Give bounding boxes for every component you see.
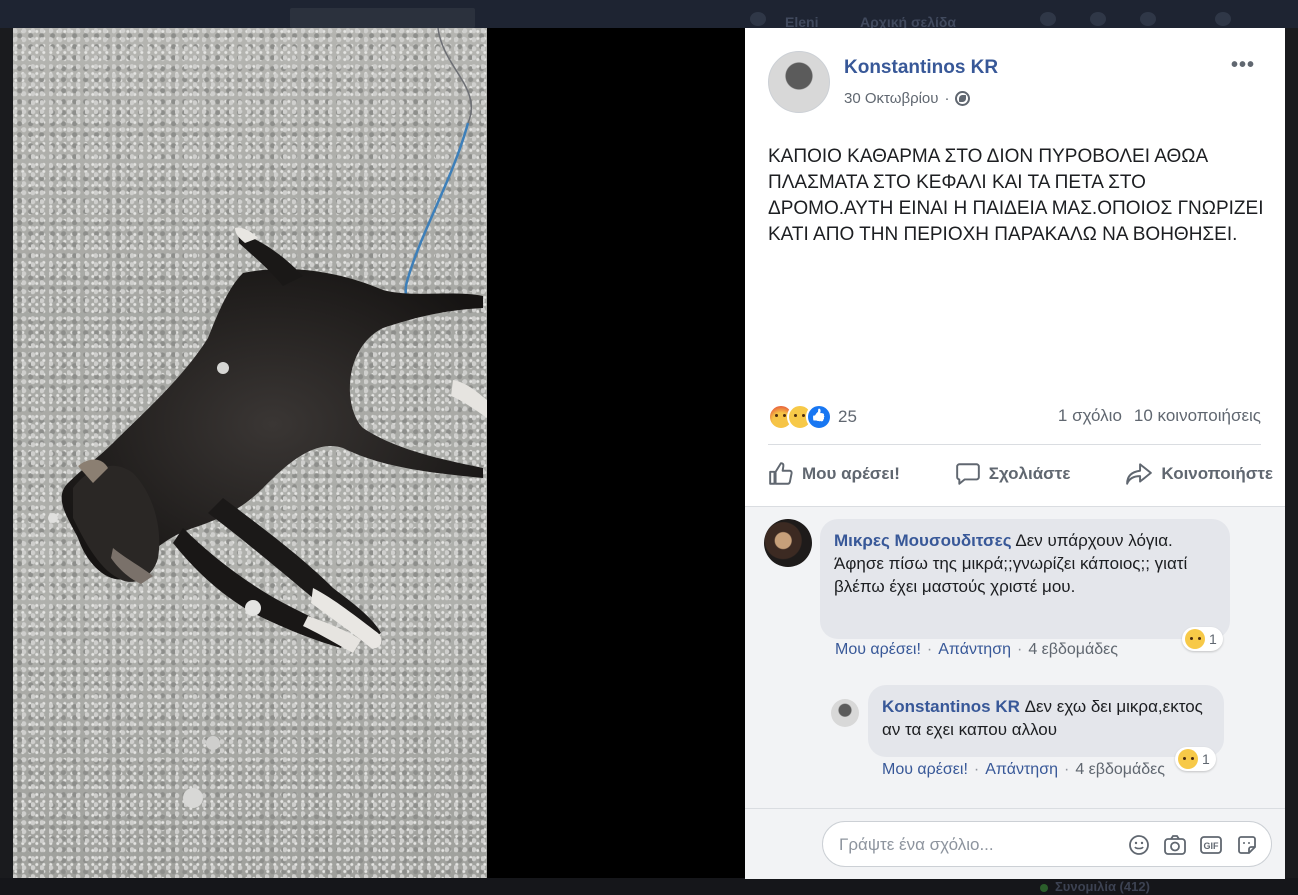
- comment-input-box[interactable]: GIF: [822, 821, 1272, 867]
- comment-reaction-count: 1: [1209, 631, 1217, 647]
- meta-separator: ·: [944, 90, 950, 107]
- comment-text-continued: Άφησε πίσω της μικρά;;γνωρίζει κάποιος;;…: [834, 554, 1188, 596]
- author-avatar[interactable]: [768, 51, 830, 113]
- comment-input[interactable]: [837, 832, 1121, 858]
- background-chat-bar: Συνομιλία (412): [0, 878, 1298, 895]
- thumbs-up-icon: [769, 462, 793, 485]
- background-notifications-icon: [1140, 12, 1156, 26]
- comment-meta: Μου αρέσει! · Απάντηση · 4 εβδομάδες: [835, 641, 1118, 659]
- camera-icon[interactable]: [1163, 833, 1187, 857]
- like-label: Μου αρέσει!: [802, 464, 900, 483]
- reply-reaction-badge[interactable]: 1: [1175, 747, 1216, 771]
- reactions-summary[interactable]: 25: [768, 404, 857, 430]
- post-author-name[interactable]: Konstantinos KR: [844, 57, 998, 79]
- meta-separator: ·: [926, 641, 933, 658]
- post-stats: 1 σχόλιο 10 κοινοποιήσεις: [1058, 406, 1261, 426]
- background-search-box: [290, 8, 475, 28]
- post-panel: Konstantinos KR 30 Οκτωβρίου · ••• ΚΑΠΟΙ…: [745, 28, 1285, 879]
- post-text: ΚΑΠΟΙΟ ΚΑΘΑΡΜΑ ΣΤΟ ΔΙΟΝ ΠΥΡΟΒΟΛΕΙ ΑΘΩΑ Π…: [768, 146, 1264, 245]
- comment-bubble: Μικρες Μουσουδιτσες Δεν υπάρχουν λόγια. …: [820, 519, 1230, 639]
- reply-like-link[interactable]: Μου αρέσει!: [882, 761, 968, 779]
- comment-bubble-icon: [955, 463, 980, 485]
- meta-separator: ·: [1016, 641, 1023, 658]
- sad-reaction-icon: [1185, 629, 1205, 649]
- reply-bubble: Konstantinos KR Δεν εχω δει μικρα,εκτος …: [868, 685, 1224, 757]
- sad-reaction-icon: [1178, 749, 1198, 769]
- comments-count-link[interactable]: 1 σχόλιο: [1058, 406, 1122, 426]
- reply-author[interactable]: Konstantinos KR: [882, 697, 1020, 716]
- photo-illustration: [48, 28, 487, 808]
- gif-label: GIF: [1203, 840, 1219, 851]
- comment-composer: GIF: [745, 808, 1285, 879]
- comment-button[interactable]: Σχολιάστε: [955, 456, 1071, 492]
- reply-reply-link[interactable]: Απάντηση: [985, 761, 1058, 779]
- more-options-icon[interactable]: •••: [1231, 54, 1255, 77]
- comment-reply-link[interactable]: Απάντηση: [938, 641, 1011, 659]
- post-date[interactable]: 30 Οκτωβρίου: [844, 90, 938, 107]
- background-topbar: Eleni Αρχική σελίδα: [0, 0, 1298, 30]
- sticker-icon[interactable]: [1235, 833, 1259, 857]
- globe-icon[interactable]: [955, 91, 971, 106]
- shares-count-link[interactable]: 10 κοινοποιήσεις: [1134, 406, 1261, 426]
- comment-like-link[interactable]: Μου αρέσει!: [835, 641, 921, 659]
- reply-reaction-count: 1: [1202, 751, 1210, 767]
- gif-icon[interactable]: GIF: [1199, 833, 1223, 857]
- reply-time[interactable]: 4 εβδομάδες: [1075, 761, 1165, 779]
- background-messages-icon: [1090, 12, 1106, 26]
- comment-time[interactable]: 4 εβδομάδες: [1028, 641, 1118, 659]
- composer-icons: GIF: [1127, 833, 1259, 857]
- comment-label: Σχολιάστε: [988, 464, 1071, 483]
- share-button[interactable]: Κοινοποιήστε: [1125, 456, 1273, 492]
- meta-separator: ·: [973, 761, 980, 778]
- emoji-icon[interactable]: [1127, 833, 1151, 857]
- background-friends-icon: [1040, 12, 1056, 26]
- divider: [768, 444, 1261, 445]
- like-button[interactable]: Μου αρέσει!: [768, 456, 900, 492]
- background-help-icon: [1215, 12, 1231, 26]
- meta-separator: ·: [1063, 761, 1070, 778]
- reply-author-avatar[interactable]: [831, 699, 859, 727]
- reply-meta: Μου αρέσει! · Απάντηση · 4 εβδομάδες: [882, 761, 1165, 779]
- online-status-icon: [1040, 884, 1048, 892]
- share-label: Κοινοποιήστε: [1161, 464, 1273, 483]
- photo-viewer: [13, 28, 745, 878]
- post-meta: 30 Οκτωβρίου ·: [844, 90, 971, 107]
- post-photo[interactable]: [13, 28, 487, 878]
- share-arrow-icon: [1126, 463, 1153, 485]
- background-profile-avatar: [750, 12, 766, 26]
- comment-text: Δεν υπάρχουν λόγια.: [1015, 531, 1173, 550]
- comment-reaction-badge[interactable]: 1: [1182, 627, 1223, 651]
- comment-author[interactable]: Μικρες Μουσουδιτσες: [834, 531, 1012, 550]
- commenter-avatar[interactable]: [764, 519, 812, 567]
- like-reaction-icon: [806, 404, 832, 430]
- post-actions: Μου αρέσει! Σχολιάστε Κοινοποιήστε: [768, 456, 1273, 492]
- reaction-count: 25: [838, 407, 857, 426]
- background-chat-label: Συνομιλία (412): [1055, 879, 1150, 894]
